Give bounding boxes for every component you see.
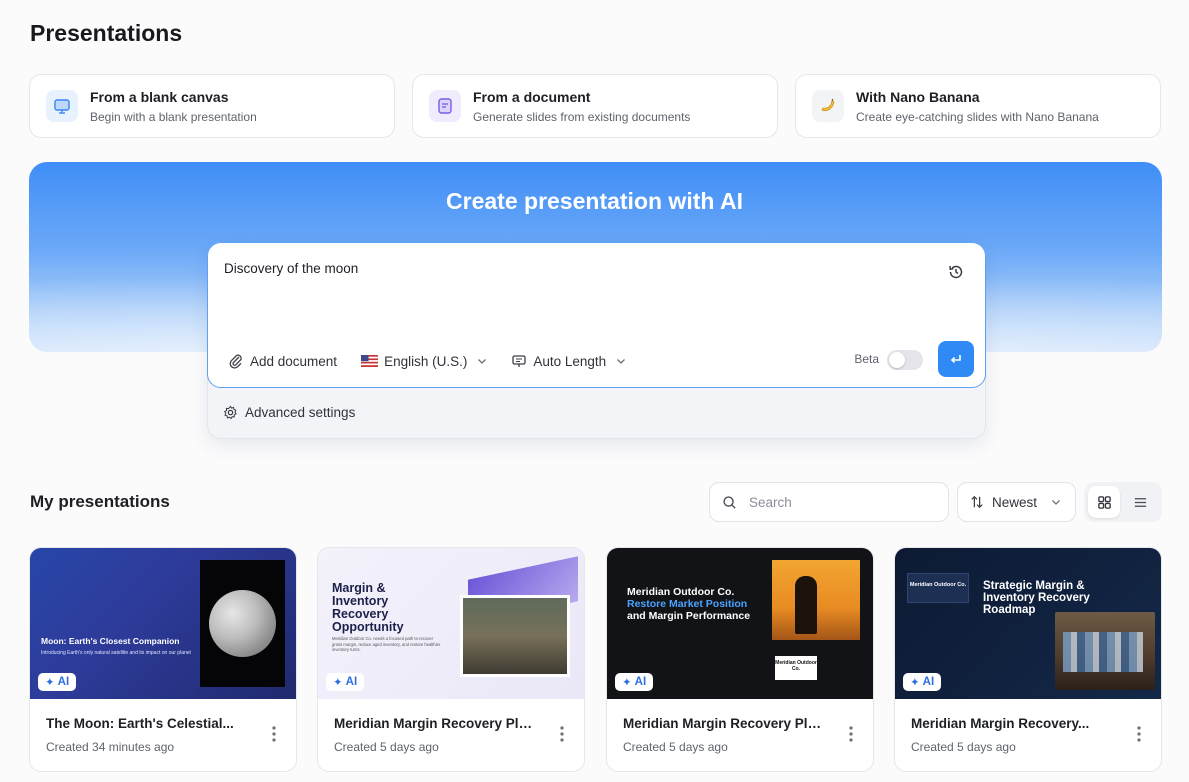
- sort-icon: [971, 495, 983, 509]
- card-title: The Moon: Earth's Celestial...: [46, 716, 234, 731]
- more-options-icon[interactable]: [560, 726, 564, 742]
- ai-badge: ✦ AI: [38, 673, 77, 691]
- sparkle-icon: ✦: [622, 677, 632, 689]
- hiker-photo: [460, 595, 570, 677]
- ai-badge: ✦ AI: [903, 673, 942, 691]
- option-nano-banana[interactable]: With Nano Banana Create eye-catching sli…: [795, 74, 1161, 138]
- advanced-settings-label: Advanced settings: [245, 405, 356, 420]
- language-dropdown[interactable]: English (U.S.): [361, 354, 487, 369]
- banana-icon: [812, 90, 844, 122]
- option-from-document[interactable]: From a document Generate slides from exi…: [412, 74, 778, 138]
- option-title: From a document: [473, 88, 591, 105]
- presentation-thumbnail[interactable]: Meridian Outdoor Co. Strategic Margin & …: [895, 548, 1161, 699]
- presentation-thumbnail[interactable]: Margin & Inventory Recovery Opportunity …: [318, 548, 584, 699]
- hiker-silhouette: [795, 576, 817, 634]
- chevron-down-icon: [1052, 500, 1060, 505]
- enter-arrow-icon: [950, 355, 961, 364]
- search-box[interactable]: [709, 482, 949, 522]
- card-date: Created 34 minutes ago: [46, 740, 175, 754]
- ai-badge: ✦ AI: [326, 673, 365, 691]
- ai-badge: ✦ AI: [615, 673, 654, 691]
- presentation-card[interactable]: Meridian Outdoor Co. Restore Market Posi…: [606, 547, 874, 772]
- more-options-icon[interactable]: [1137, 726, 1141, 742]
- more-options-icon[interactable]: [272, 726, 276, 742]
- thumb-logo-box: Meridian Outdoor Co.: [775, 656, 817, 680]
- send-button[interactable]: [938, 341, 974, 377]
- grid-icon: [1097, 495, 1111, 509]
- beta-toggle[interactable]: [887, 350, 923, 370]
- slides-icon: [512, 355, 526, 367]
- presentation-card[interactable]: Moon: Earth's Closest Companion Introduc…: [29, 547, 297, 772]
- beta-label: Beta: [854, 352, 879, 366]
- option-desc: Create eye-catching slides with Nano Ban…: [856, 109, 1099, 124]
- history-icon[interactable]: [947, 263, 965, 281]
- page-title: Presentations: [30, 20, 183, 46]
- card-title: Meridian Margin Recovery Plan: [334, 716, 534, 731]
- card-date: Created 5 days ago: [911, 740, 1016, 754]
- thumb-title: Strategic Margin & Inventory Recovery Ro…: [983, 580, 1090, 616]
- option-title: With Nano Banana: [856, 88, 980, 105]
- list-view-button[interactable]: [1124, 486, 1156, 518]
- presentation-thumbnail[interactable]: Meridian Outdoor Co. Restore Market Posi…: [607, 548, 873, 699]
- add-document-label: Add document: [250, 353, 338, 369]
- prompt-box[interactable]: Discovery of the moon Add document Engli…: [207, 242, 986, 388]
- presentation-card[interactable]: Meridian Outdoor Co. Strategic Margin & …: [894, 547, 1162, 772]
- card-title: Meridian Margin Recovery Plan: [623, 716, 823, 731]
- search-icon: [723, 495, 736, 509]
- thumb-subtitle: Introducing Earth's only natural satelli…: [41, 650, 191, 656]
- view-toggle: [1084, 482, 1162, 522]
- thumb-title: Meridian Outdoor Co. Restore Market Posi…: [627, 586, 751, 622]
- presentation-board-icon: [46, 90, 78, 122]
- sort-dropdown[interactable]: Newest: [957, 482, 1076, 522]
- presentation-thumbnail[interactable]: Moon: Earth's Closest Companion Introduc…: [30, 548, 296, 699]
- option-title: From a blank canvas: [90, 88, 229, 105]
- card-title: Meridian Margin Recovery...: [911, 716, 1090, 731]
- chevron-down-icon: [617, 359, 626, 364]
- thumb-title: Moon: Earth's Closest Companion: [41, 636, 180, 646]
- advanced-settings-button[interactable]: Advanced settings: [223, 405, 355, 420]
- paperclip-icon: [229, 354, 242, 369]
- option-desc: Begin with a blank presentation: [90, 109, 257, 124]
- card-date: Created 5 days ago: [623, 740, 728, 754]
- list-icon: [1134, 497, 1146, 507]
- warehouse-photo: [1055, 612, 1155, 690]
- grid-view-button[interactable]: [1088, 486, 1120, 518]
- sparkle-icon: ✦: [333, 677, 343, 689]
- length-label: Auto Length: [533, 353, 607, 369]
- thumb-title: Margin & Inventory Recovery Opportunity: [332, 581, 404, 634]
- search-input[interactable]: [749, 494, 919, 510]
- add-document-button[interactable]: Add document: [228, 353, 337, 369]
- moon-image: [200, 560, 285, 687]
- option-blank-canvas[interactable]: From a blank canvas Begin with a blank p…: [29, 74, 395, 138]
- document-icon: [429, 90, 461, 122]
- sparkle-icon: ✦: [910, 677, 920, 689]
- sort-label: Newest: [992, 494, 1038, 510]
- hero-title: Create presentation with AI: [446, 188, 743, 214]
- chevron-down-icon: [478, 359, 487, 364]
- prompt-input[interactable]: Discovery of the moon: [224, 261, 358, 276]
- thumb-subtitle: Meridian Outdoor Co. needs a focused pat…: [332, 636, 441, 652]
- section-title: My presentations: [30, 492, 170, 511]
- gear-icon: [223, 405, 237, 420]
- card-date: Created 5 days ago: [334, 740, 439, 754]
- us-flag-icon: [361, 355, 379, 367]
- sparkle-icon: ✦: [45, 677, 55, 689]
- language-label: English (U.S.): [384, 353, 468, 369]
- thumb-logo-box: Meridian Outdoor Co.: [907, 573, 969, 603]
- more-options-icon[interactable]: [849, 726, 853, 742]
- length-dropdown[interactable]: Auto Length: [511, 353, 626, 369]
- option-desc: Generate slides from existing documents: [473, 109, 691, 124]
- presentation-card[interactable]: Margin & Inventory Recovery Opportunity …: [317, 547, 585, 772]
